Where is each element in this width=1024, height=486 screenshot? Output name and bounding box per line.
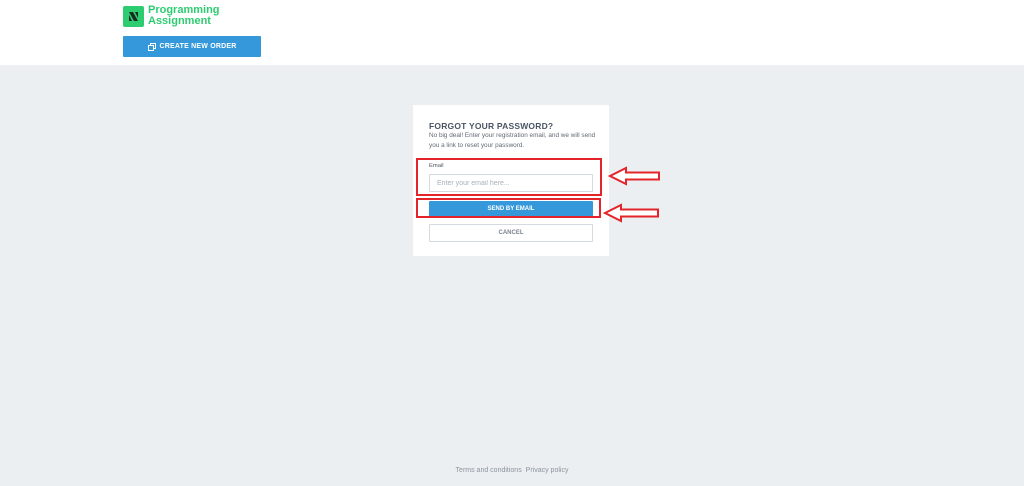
email-highlight-box xyxy=(416,158,602,196)
create-new-order-label: CREATE NEW ORDER xyxy=(159,43,237,50)
brand-line-2: Assignment xyxy=(148,15,211,27)
logo-mark-icon xyxy=(123,5,144,27)
send-highlight-box xyxy=(416,198,601,218)
top-header: Programming Assignment CREATE NEW ORDER xyxy=(0,0,1024,65)
terms-link[interactable]: Terms and conditions xyxy=(456,467,522,474)
create-new-order-button[interactable]: CREATE NEW ORDER xyxy=(123,36,261,57)
brand-name: Programming Assignment xyxy=(148,5,220,27)
page-subtitle: No big deal! Enter your registration ema… xyxy=(429,132,596,149)
arrow-left-icon xyxy=(603,203,659,223)
footer: Terms and conditions Privacy policy xyxy=(0,467,1024,474)
brand-logo[interactable]: Programming Assignment xyxy=(123,5,220,27)
page-title: FORGOT YOUR PASSWORD? xyxy=(429,121,554,131)
cancel-button[interactable]: CANCEL xyxy=(429,224,593,242)
privacy-link[interactable]: Privacy policy xyxy=(526,467,569,474)
arrow-left-icon xyxy=(608,166,660,186)
copy-icon xyxy=(147,42,156,51)
